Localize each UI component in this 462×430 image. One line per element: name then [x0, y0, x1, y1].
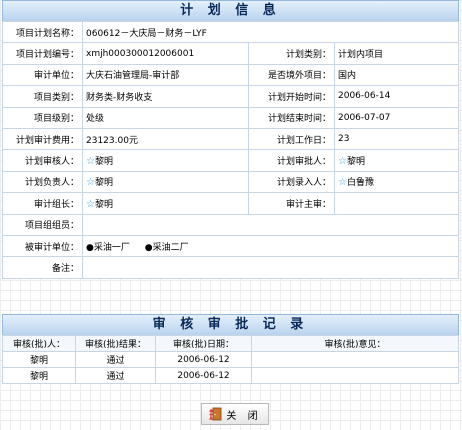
- header-date: 审核(批)日期：: [155, 335, 252, 352]
- label-members: 项目组组员：: [2, 213, 83, 236]
- label-abroad: 是否境外项目：: [248, 63, 335, 87]
- label-start-date: 计划开始时间：: [248, 85, 335, 108]
- label-leader: 审计组长：: [2, 192, 83, 215]
- value-audit-unit: 大庆石油管理局-审计部: [82, 63, 249, 87]
- review-opinion: [251, 367, 459, 384]
- row-members: 项目组组员：: [2, 213, 459, 236]
- row-remark: 备注：: [2, 256, 459, 279]
- review-result: 通过: [75, 351, 156, 368]
- plan-info-panel: 计 划 信 息 项目计划名称： 060612－大庆局－财务－LYF 项目计划编号…: [2, 0, 459, 279]
- audited-unit-name: 采油二厂: [152, 242, 189, 253]
- value-project-type: 财务类-财务收支: [82, 85, 249, 108]
- review-record-title: 审 核 审 批 记 录: [2, 314, 459, 335]
- label-workdays: 计划工作日：: [248, 127, 335, 151]
- review-date: 2006-06-12: [155, 351, 252, 368]
- value-start-date: 2006-06-14: [334, 85, 459, 108]
- label-reviewer: 计划审核人：: [2, 149, 83, 172]
- table-row: 黎明 通过 2006-06-12: [2, 351, 459, 368]
- row-leader: 审计组长： ☆黎明 审计主审：: [2, 192, 459, 215]
- review-opinion: [251, 351, 459, 368]
- value-leader: ☆黎明: [82, 192, 249, 215]
- value-plan-code: xmjh000300012006001: [82, 42, 249, 65]
- label-audit-unit: 审计单位：: [2, 63, 83, 87]
- table-row: 黎明 通过 2006-06-12: [2, 367, 459, 384]
- label-chief: 审计主审：: [248, 192, 335, 215]
- label-entered-by: 计划录入人：: [248, 170, 335, 194]
- owner-name: 黎明: [94, 178, 113, 189]
- value-owner: ☆黎明: [82, 170, 249, 194]
- value-audit-cost: 23123.00元: [82, 127, 249, 151]
- value-project-level: 处级: [82, 106, 249, 129]
- row-audited-units: 被审计单位： ●采油一厂 ●采油二厂: [2, 234, 459, 258]
- label-project-type: 项目类别：: [2, 85, 83, 108]
- label-approver: 计划审批人：: [248, 149, 335, 172]
- review-result: 通过: [75, 367, 156, 384]
- row-reviewer: 计划审核人： ☆黎明 计划审批人： ☆黎明: [2, 149, 459, 172]
- row-name: 项目计划名称： 060612－大庆局－财务－LYF: [2, 20, 459, 44]
- label-audited-units: 被审计单位：: [2, 234, 83, 258]
- row-unit: 审计单位： 大庆石油管理局-审计部 是否境外项目： 国内: [2, 63, 459, 87]
- star-icon: ☆: [86, 198, 95, 210]
- leader-name: 黎明: [94, 199, 113, 210]
- header-reviewer: 审核(批)人：: [2, 335, 76, 352]
- reviewer-name: 黎明: [94, 157, 113, 168]
- review-header-row: 审核(批)人： 审核(批)结果： 审核(批)日期： 审核(批)意见：: [2, 335, 459, 352]
- star-icon: ☆: [338, 156, 347, 168]
- audited-unit-item: ●采油一厂: [86, 243, 130, 253]
- row-cost: 计划审计费用： 23123.00元 计划工作日： 23: [2, 127, 459, 151]
- close-door-icon: [209, 407, 222, 421]
- star-icon: ☆: [338, 177, 347, 189]
- audited-unit-item: ●采油二厂: [145, 243, 189, 253]
- value-audited-units: ●采油一厂 ●采油二厂: [82, 234, 459, 258]
- entered-by-name: 白鲁豫: [346, 178, 374, 189]
- label-end-date: 计划结束时间：: [248, 106, 335, 129]
- header-opinion: 审核(批)意见：: [251, 335, 459, 352]
- review-reviewer: 黎明: [2, 367, 76, 384]
- value-members: [82, 213, 459, 236]
- close-button[interactable]: 关 闭: [201, 403, 269, 425]
- value-reviewer: ☆黎明: [82, 149, 249, 172]
- value-chief: [334, 192, 459, 215]
- row-type: 项目类别： 财务类-财务收支 计划开始时间： 2006-06-14: [2, 85, 459, 108]
- review-reviewer: 黎明: [2, 351, 76, 368]
- row-code: 项目计划编号： xmjh000300012006001 计划类别： 计划内项目: [2, 42, 459, 65]
- label-project-level: 项目级别：: [2, 106, 83, 129]
- label-plan-code: 项目计划编号：: [2, 42, 83, 65]
- row-level: 项目级别： 处级 计划结束时间： 2006-07-07: [2, 106, 459, 129]
- label-remark: 备注：: [2, 256, 83, 279]
- label-plan-category: 计划类别：: [248, 42, 335, 65]
- bullet-icon: ●: [144, 242, 153, 253]
- plan-info-title: 计 划 信 息: [2, 0, 459, 21]
- review-record-panel: 审 核 审 批 记 录 审核(批)人： 审核(批)结果： 审核(批)日期： 审核…: [2, 314, 459, 384]
- close-button-label: 关 闭: [226, 410, 262, 422]
- star-icon: ☆: [86, 177, 95, 189]
- plan-info-table: 项目计划名称： 060612－大庆局－财务－LYF 项目计划编号： xmjh00…: [2, 20, 459, 279]
- review-date: 2006-06-12: [155, 367, 252, 384]
- value-plan-category: 计划内项目: [334, 42, 459, 65]
- label-audit-cost: 计划审计费用：: [2, 127, 83, 151]
- value-remark: [82, 256, 459, 279]
- approver-name: 黎明: [346, 157, 365, 168]
- value-entered-by: ☆白鲁豫: [334, 170, 459, 194]
- label-owner: 计划负责人：: [2, 170, 83, 194]
- header-result: 审核(批)结果：: [75, 335, 156, 352]
- value-end-date: 2006-07-07: [334, 106, 459, 129]
- label-plan-name: 项目计划名称：: [2, 20, 83, 44]
- star-icon: ☆: [86, 156, 95, 168]
- row-owner: 计划负责人： ☆黎明 计划录入人： ☆白鲁豫: [2, 170, 459, 194]
- value-approver: ☆黎明: [334, 149, 459, 172]
- review-record-table: 审核(批)人： 审核(批)结果： 审核(批)日期： 审核(批)意见： 黎明 通过…: [2, 335, 459, 384]
- value-abroad: 国内: [334, 63, 459, 87]
- value-plan-name: 060612－大庆局－财务－LYF: [82, 20, 459, 44]
- value-workdays: 23: [334, 127, 459, 151]
- bullet-icon: ●: [86, 242, 94, 253]
- audited-unit-name: 采油一厂: [93, 242, 130, 253]
